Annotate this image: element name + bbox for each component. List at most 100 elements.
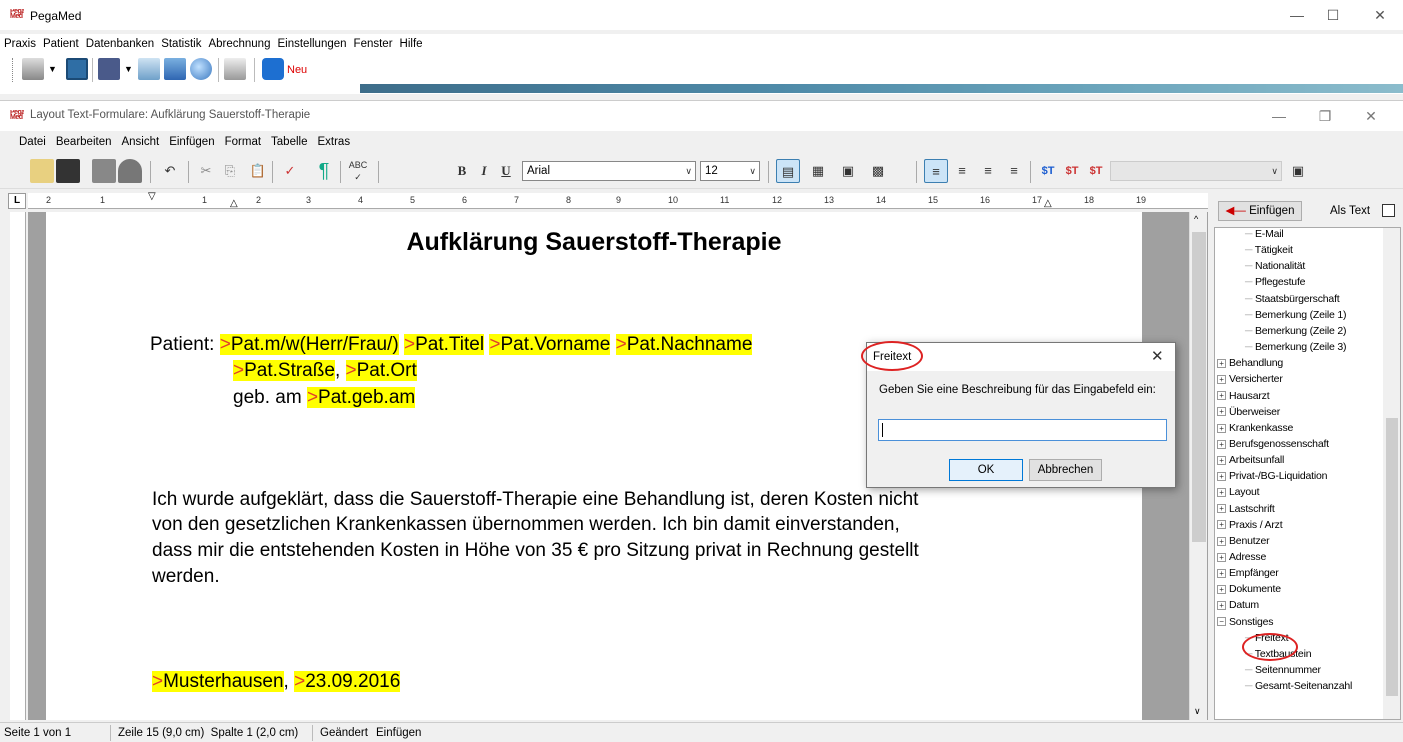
bullet-list-icon[interactable]: ▤ bbox=[776, 159, 800, 183]
spellcheck-icon[interactable]: ABC ✓ bbox=[346, 159, 370, 183]
magnifier-icon[interactable] bbox=[190, 58, 212, 80]
field-ort[interactable]: >Pat.Ort bbox=[345, 360, 417, 381]
menu-abrechnung[interactable]: Abrechnung bbox=[204, 34, 273, 54]
new-label[interactable]: Neu bbox=[287, 64, 307, 76]
tree-item[interactable]: + Krankenkasse bbox=[1217, 422, 1293, 434]
tree-item[interactable]: ─ Bemerkung (Zeile 1) bbox=[1245, 309, 1346, 321]
expand-icon[interactable]: + bbox=[1217, 471, 1226, 481]
expand-icon[interactable]: + bbox=[1217, 407, 1226, 417]
dropdown-arrow-icon[interactable]: ▼ bbox=[124, 64, 133, 74]
scroll-up-arrow-icon[interactable]: ^ bbox=[1194, 214, 1198, 224]
numbered-list-icon[interactable]: ▦ bbox=[806, 159, 830, 183]
calendar-icon[interactable] bbox=[66, 58, 88, 80]
align-right-icon[interactable]: ≡ bbox=[976, 159, 1000, 183]
tree-item[interactable]: + Versicherter bbox=[1217, 373, 1283, 385]
tree-item[interactable]: + Arbeitsunfall bbox=[1217, 454, 1284, 466]
tree-item[interactable]: + Datum bbox=[1217, 599, 1259, 611]
tree-item[interactable]: + Praxis / Arzt bbox=[1217, 519, 1283, 531]
expand-icon[interactable]: + bbox=[1217, 439, 1226, 449]
menu-einfuegen[interactable]: Einfügen bbox=[164, 131, 219, 153]
inner-restore-button[interactable]: ❐ bbox=[1302, 101, 1348, 131]
menu-hilfe[interactable]: Hilfe bbox=[396, 34, 426, 54]
font-size-select[interactable]: 12 ∨ bbox=[700, 161, 760, 181]
form-field-icon[interactable]: ▣ bbox=[1286, 159, 1310, 183]
copy-icon[interactable]: ⎘ bbox=[218, 159, 242, 183]
tree-item[interactable]: ─ Tätigkeit bbox=[1245, 244, 1293, 256]
field-place[interactable]: >Musterhausen bbox=[152, 671, 284, 692]
als-text-checkbox[interactable] bbox=[1382, 204, 1395, 217]
tree-scrollbar[interactable] bbox=[1383, 228, 1400, 719]
align-center-icon[interactable]: ≡ bbox=[950, 159, 974, 183]
right-indent-marker-icon[interactable]: △ bbox=[1044, 198, 1052, 209]
tree-item[interactable]: ─ Bemerkung (Zeile 2) bbox=[1245, 325, 1346, 337]
lab-flask-icon[interactable] bbox=[164, 58, 186, 80]
dialog-close-icon[interactable]: ✕ bbox=[1151, 347, 1164, 365]
cancel-button[interactable]: Abbrechen bbox=[1029, 459, 1102, 481]
tree-item[interactable]: + Lastschrift bbox=[1217, 503, 1275, 515]
horizontal-ruler[interactable]: 2 1 1 2 3 4 5 6 7 8 9 10 11 12 13 14 15 … bbox=[28, 191, 1208, 209]
first-line-indent-marker-icon[interactable]: △ bbox=[230, 198, 238, 209]
menu-extras[interactable]: Extras bbox=[312, 131, 355, 153]
field-gebam[interactable]: >Pat.geb.am bbox=[306, 387, 416, 408]
expand-icon[interactable]: + bbox=[1217, 552, 1226, 562]
expand-icon[interactable]: + bbox=[1217, 488, 1226, 498]
menu-datenbanken[interactable]: Datenbanken bbox=[82, 34, 157, 54]
scroll-down-arrow-icon[interactable]: ∨ bbox=[1194, 706, 1201, 717]
expand-icon[interactable]: + bbox=[1217, 504, 1226, 514]
expand-icon[interactable]: + bbox=[1217, 568, 1226, 578]
couch-icon[interactable] bbox=[98, 58, 120, 80]
inner-close-button[interactable]: ✕ bbox=[1348, 101, 1394, 131]
field-titel[interactable]: >Pat.Titel bbox=[403, 334, 485, 355]
tree-item[interactable]: ─ E-Mail bbox=[1245, 228, 1284, 240]
text-variable-strike-icon[interactable]: $T bbox=[1060, 159, 1084, 183]
expand-icon[interactable]: + bbox=[1217, 455, 1226, 465]
underline-icon[interactable]: U bbox=[494, 159, 518, 183]
align-left-icon[interactable]: ≡ bbox=[924, 159, 948, 183]
expand-icon[interactable]: + bbox=[1217, 585, 1226, 595]
tree-item[interactable]: + Layout bbox=[1217, 486, 1260, 498]
open-file-icon[interactable] bbox=[30, 159, 54, 183]
tab-stop-selector[interactable]: L bbox=[8, 193, 26, 209]
expand-icon[interactable]: + bbox=[1217, 358, 1226, 368]
tree-item[interactable]: ─ Gesamt-Seitenanzahl bbox=[1245, 680, 1352, 692]
menu-patient[interactable]: Patient bbox=[39, 34, 82, 54]
preview-icon[interactable] bbox=[118, 159, 142, 183]
tree-item[interactable]: + Adresse bbox=[1217, 551, 1266, 563]
menu-praxis[interactable]: Praxis bbox=[0, 34, 39, 54]
scroll-thumb[interactable] bbox=[1192, 232, 1206, 542]
dropdown-arrow-icon[interactable]: ▼ bbox=[48, 64, 57, 74]
printer-icon[interactable] bbox=[92, 159, 116, 183]
outdent-icon[interactable]: ▩ bbox=[866, 159, 890, 183]
tree-item[interactable]: + Hausarzt bbox=[1217, 390, 1270, 402]
tree-item[interactable]: ─ Seitennummer bbox=[1245, 664, 1321, 676]
paste-clipboard-icon[interactable]: 📋 bbox=[246, 159, 270, 183]
field-anrede[interactable]: >Pat.m/w(Herr/Frau/) bbox=[219, 334, 399, 355]
italic-icon[interactable]: I bbox=[472, 159, 496, 183]
tree-scroll-thumb[interactable] bbox=[1386, 418, 1398, 696]
field-date[interactable]: >23.09.2016 bbox=[294, 671, 401, 692]
expand-icon[interactable]: + bbox=[1217, 423, 1226, 433]
font-name-select[interactable]: Arial ∨ bbox=[522, 161, 696, 181]
undo-icon[interactable]: ↶ bbox=[158, 159, 182, 183]
menu-fenster[interactable]: Fenster bbox=[350, 34, 396, 54]
cut-icon[interactable]: ✂ bbox=[194, 159, 218, 183]
menu-bearbeiten[interactable]: Bearbeiten bbox=[51, 131, 117, 153]
expand-icon[interactable]: + bbox=[1217, 375, 1226, 385]
field-nachname[interactable]: >Pat.Nachname bbox=[615, 334, 753, 355]
menu-einstellungen[interactable]: Einstellungen bbox=[273, 34, 349, 54]
close-window-button[interactable]: ✕ bbox=[1357, 0, 1403, 30]
tree-item[interactable]: + Behandlung bbox=[1217, 357, 1283, 369]
ok-button[interactable]: OK bbox=[949, 459, 1023, 481]
printer-device-icon[interactable] bbox=[138, 58, 160, 80]
expand-icon[interactable]: + bbox=[1217, 520, 1226, 530]
text-variable-icon[interactable]: $T bbox=[1036, 159, 1060, 183]
tree-item[interactable]: ─ Nationalität bbox=[1245, 260, 1305, 272]
tree-item[interactable]: + Privat-/BG-Liquidation bbox=[1217, 470, 1328, 482]
left-indent-marker-icon[interactable]: ▽ bbox=[148, 191, 156, 202]
menu-datei[interactable]: Datei bbox=[14, 131, 51, 153]
expand-icon[interactable]: + bbox=[1217, 536, 1226, 546]
save-disk-icon[interactable] bbox=[56, 159, 80, 183]
field-strasse[interactable]: >Pat.Straße bbox=[233, 360, 335, 381]
tree-item[interactable]: + Benutzer bbox=[1217, 535, 1270, 547]
tree-item[interactable]: ─ Staatsbürgerschaft bbox=[1245, 293, 1340, 305]
